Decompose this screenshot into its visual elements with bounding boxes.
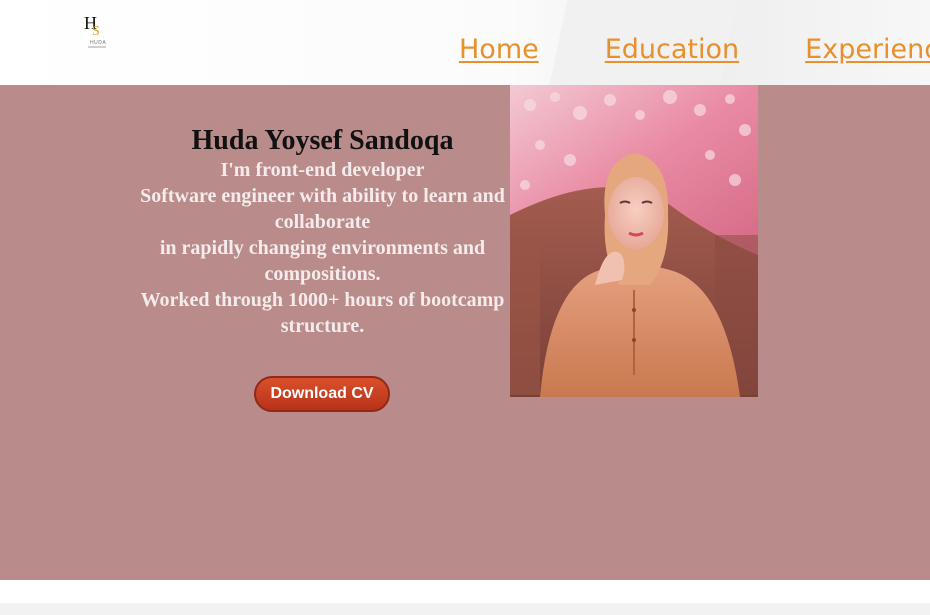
bio-line: in rapidly changing environments and com… [159,237,486,285]
profile-photo-illustration [510,85,758,397]
site-logo[interactable]: H S HUDA [80,12,112,52]
bio-line: Worked through 1000+ hours of bootcamp s… [140,289,505,337]
logo-letter-s: S [92,24,100,39]
nav-link-home[interactable]: Home [459,30,539,70]
bio-line: Software engineer with ability to learn … [140,185,505,233]
profile-bio: I'm front-end developer Software enginee… [135,157,510,339]
site-header: H S HUDA Home Education Experience [0,0,930,85]
main-nav: Home Education Experience [459,30,930,70]
download-cv-button[interactable]: Download CV [254,376,390,412]
profile-photo [510,85,758,397]
bio-line: I'm front-end developer [220,159,425,181]
footer-strip [0,603,930,615]
profile-name: Huda Yoysef Sandoqa [191,125,454,156]
nav-link-education[interactable]: Education [605,30,739,70]
logo-rule [88,46,106,48]
nav-link-experience[interactable]: Experience [805,30,930,70]
